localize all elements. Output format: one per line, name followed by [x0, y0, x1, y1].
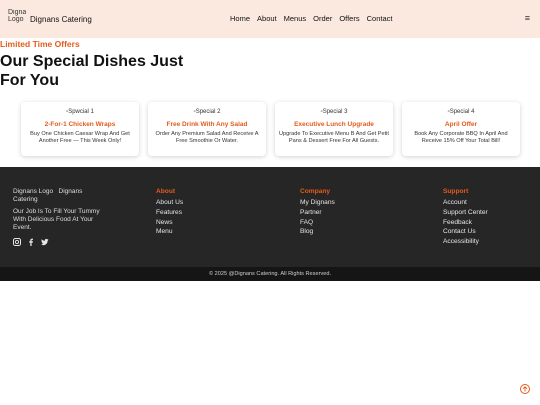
footer-col-about: About About Us Features News Menu — [156, 188, 183, 237]
offers-kicker: Limited Time Offers — [0, 39, 80, 49]
footer-link[interactable]: Contact Us — [443, 227, 488, 237]
special-description: Buy One Chicken Caesar Wrap And Get Anot… — [30, 131, 130, 144]
footer-link[interactable]: Feedback — [443, 218, 488, 228]
logo-image: Dignans Logo — [8, 9, 26, 23]
footer-link[interactable]: Accessibility — [443, 237, 488, 247]
footer-logo-image: Dignans Logo — [13, 188, 54, 195]
special-image-alt: Spwcial 1 — [68, 109, 94, 115]
special-description: Order Any Premium Salad And Receive A Fr… — [155, 131, 259, 144]
special-title: April Offer — [444, 121, 478, 128]
footer-link[interactable]: About Us — [156, 198, 183, 208]
specials-list: ▫Spwcial 1 2-For-1 Chicken Wraps Buy One… — [21, 102, 520, 156]
special-image: ▫Special 3 — [275, 109, 393, 116]
special-image-alt: Special 3 — [322, 109, 348, 115]
special-card[interactable]: ▫Spwcial 1 2-For-1 Chicken Wraps Buy One… — [21, 102, 139, 156]
special-card[interactable]: ▫Special 3 Executive Lunch Upgrade Upgra… — [275, 102, 393, 156]
special-description: Book Any Corporate BBQ In April And Rece… — [414, 131, 508, 144]
special-image-alt: Special 4 — [449, 109, 475, 115]
social-links — [13, 238, 108, 246]
footer-link[interactable]: Account — [443, 198, 488, 208]
site-header: Dignans Logo Dignans Catering Home About… — [0, 0, 540, 38]
brand-name: Dignans Catering — [30, 15, 92, 24]
special-image-alt: Special 2 — [195, 109, 221, 115]
special-title: Executive Lunch Upgrade — [294, 121, 374, 128]
footer-link[interactable]: Features — [156, 208, 183, 218]
special-title: 2-For-1 Chicken Wraps — [44, 121, 116, 128]
site-footer: Dignans Logo Dignans Catering Our Job Is… — [0, 167, 540, 267]
special-image: ▫Special 2 — [148, 109, 266, 116]
nav-order[interactable]: Order — [313, 14, 332, 23]
copyright-text: © 2025 @Dignans Catering. All Rights Res… — [208, 271, 332, 277]
footer-heading: Company — [300, 188, 331, 195]
nav-offers[interactable]: Offers — [339, 14, 359, 23]
hamburger-icon[interactable]: ≡ — [525, 13, 530, 23]
footer-link[interactable]: My Dignans — [300, 198, 335, 208]
nav-menus[interactable]: Menus — [284, 14, 307, 23]
nav-contact[interactable]: Contact — [367, 14, 393, 23]
footer-heading: Support — [443, 188, 469, 195]
footer-tagline: Our Job Is To Fill Your Tummy With Delic… — [13, 208, 100, 231]
footer-col-company: Company My Dignans Partner FAQ Blog — [300, 188, 335, 237]
special-card[interactable]: ▫Special 4 April Offer Book Any Corporat… — [402, 102, 520, 156]
nav-about[interactable]: About — [257, 14, 277, 23]
scroll-to-top-button[interactable] — [520, 384, 530, 394]
main-nav: Home About Menus Order Offers Contact — [230, 14, 399, 23]
instagram-icon[interactable] — [13, 238, 21, 246]
site-logo[interactable]: Dignans Logo Dignans Catering — [8, 9, 92, 24]
arrow-up-icon — [522, 386, 528, 392]
footer-heading: About — [156, 188, 176, 195]
footer-link[interactable]: Partner — [300, 208, 335, 218]
page-title: Our Special Dishes Just For You — [0, 53, 184, 89]
footer-link[interactable]: Menu — [156, 227, 183, 237]
special-description: Upgrade To Executive Menu B And Get Peti… — [279, 131, 389, 144]
special-image: ▫Spwcial 1 — [21, 109, 139, 116]
special-title: Free Drink With Any Salad — [166, 121, 248, 128]
footer-link[interactable]: News — [156, 218, 183, 228]
twitter-icon[interactable] — [41, 238, 49, 246]
footer-brand: Dignans Logo Dignans Catering Our Job Is… — [13, 188, 108, 246]
special-image: ▫Special 4 — [402, 109, 520, 116]
copyright-bar: © 2025 @Dignans Catering. All Rights Res… — [0, 267, 540, 281]
footer-link[interactable]: FAQ — [300, 218, 335, 228]
footer-col-support: Support Account Support Center Feedback … — [443, 188, 488, 247]
facebook-icon[interactable] — [27, 238, 35, 246]
special-card[interactable]: ▫Special 2 Free Drink With Any Salad Ord… — [148, 102, 266, 156]
footer-link[interactable]: Blog — [300, 227, 335, 237]
footer-logo[interactable]: Dignans Logo Dignans Catering — [13, 188, 108, 204]
footer-link[interactable]: Support Center — [443, 208, 488, 218]
nav-home[interactable]: Home — [230, 14, 250, 23]
